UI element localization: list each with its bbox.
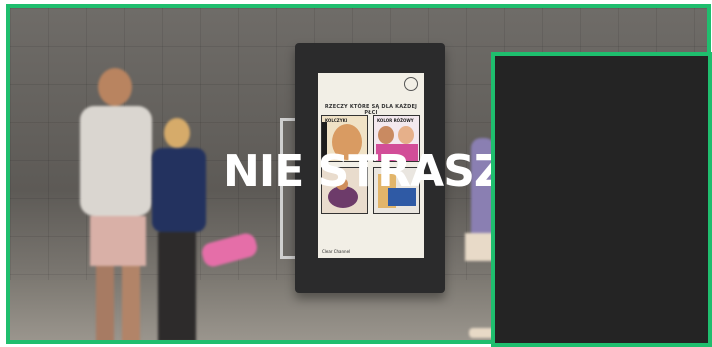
panel-label: KOLCZYKI — [325, 118, 348, 123]
ad-footer: Clear Channel — [322, 249, 351, 254]
billboard-logo-icon — [404, 77, 418, 91]
headline-text: NIE STRASZ — [223, 146, 506, 197]
panel-label: KOLOR RÓŻOWY — [377, 118, 414, 123]
dark-overlay-panel — [491, 52, 712, 347]
